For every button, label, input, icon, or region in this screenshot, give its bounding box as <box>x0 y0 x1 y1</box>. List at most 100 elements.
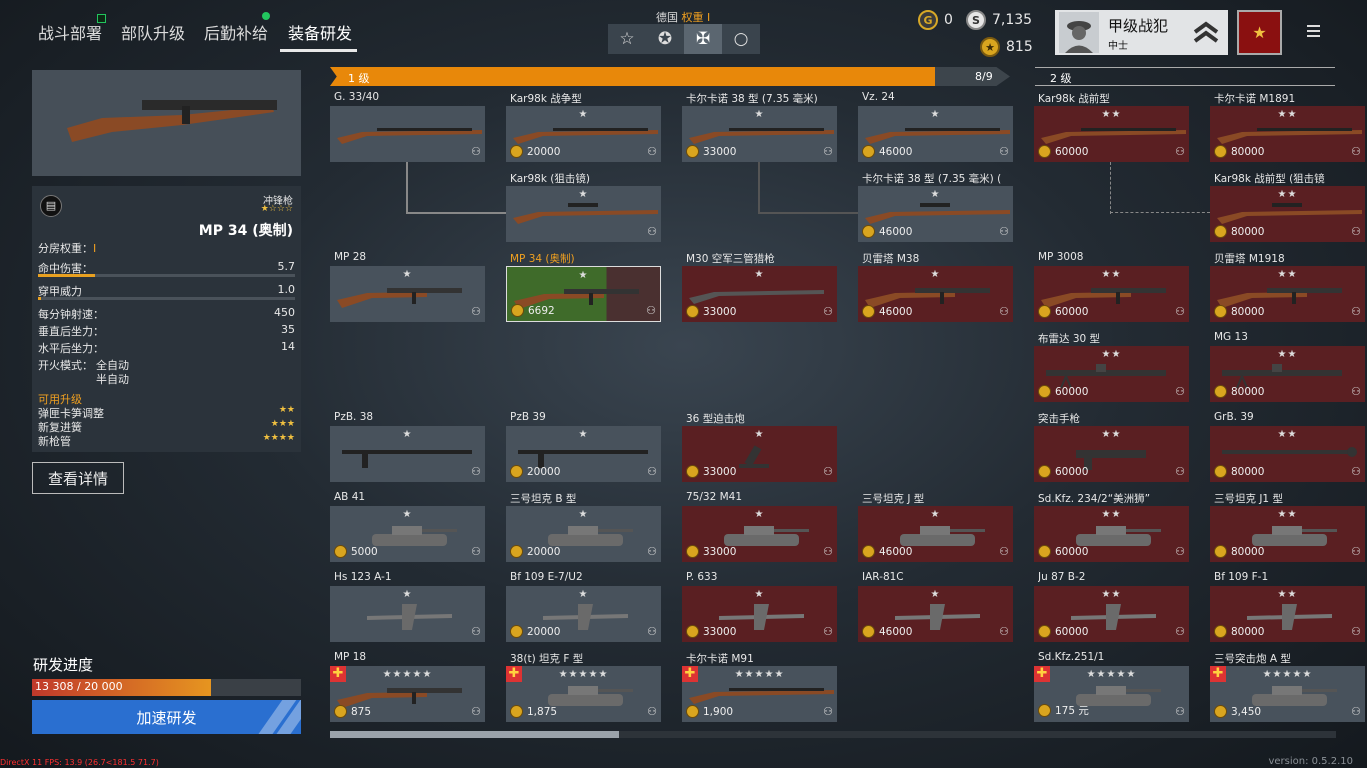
card-title: Hs 123 A-1 <box>334 571 392 583</box>
tech-card[interactable]: ★ 5000 ⚇ <box>330 506 485 562</box>
tech-card[interactable]: ★★ 80000 ⚇ <box>1210 426 1365 482</box>
rank-stars: ★ <box>930 269 941 280</box>
tech-card[interactable]: ★ 20000 ⚇ <box>506 506 661 562</box>
rank-stars: ★ <box>402 429 413 440</box>
tech-card[interactable]: ★★★★★ 175 元 ⚇ ✚ <box>1034 666 1189 722</box>
menu-icon[interactable] <box>1307 25 1320 37</box>
document-icon: ▤ <box>40 195 62 217</box>
tab-upgrade[interactable]: 部队升级 <box>121 20 185 44</box>
coin-icon <box>1214 705 1227 718</box>
view-details-button[interactable]: 查看详情 <box>32 462 124 494</box>
tech-card[interactable]: ★★★★★ 1,875 ⚇ ✚ <box>506 666 661 722</box>
card-title: Kar98k (狙击镜) <box>510 173 590 185</box>
tech-card[interactable]: ★ 20000 ⚇ <box>506 426 661 482</box>
crew-icon: ⚇ <box>647 625 657 638</box>
tech-card[interactable]: ★ 33000 ⚇ <box>682 266 837 322</box>
tech-card[interactable]: ★★ 60000 ⚇ <box>1034 586 1189 642</box>
tech-card[interactable]: ★ ⚇ <box>330 266 485 322</box>
research-progress-title: 研发进度 <box>33 656 94 674</box>
crew-icon: ⚇ <box>999 145 1009 158</box>
coin-icon <box>1038 625 1051 638</box>
card-title: IAR-81C <box>862 571 904 583</box>
tech-card[interactable]: ★ ⚇ <box>330 426 485 482</box>
tech-card[interactable]: ⚇ <box>330 106 485 162</box>
tech-card[interactable]: ★ 33000 ⚇ <box>682 426 837 482</box>
tech-card[interactable]: ★★ 60000 ⚇ <box>1034 266 1189 322</box>
tech-card[interactable]: ★★ 60000 ⚇ <box>1034 346 1189 402</box>
speed-up-research-button[interactable]: 加速研发 <box>32 700 301 734</box>
rank-stars: ★ <box>578 189 589 200</box>
card-title: 75/32 M41 <box>686 491 743 503</box>
star-filter-icon[interactable]: ☆ <box>608 24 646 54</box>
tech-card[interactable]: ★★ 80000 ⚇ <box>1210 266 1365 322</box>
card-cost: 5000 <box>334 545 378 558</box>
premium-plus-icon: ✚ <box>506 666 522 682</box>
tech-card[interactable]: ★★ 80000 ⚇ <box>1210 346 1365 402</box>
rank-stars: ★ <box>578 429 589 440</box>
rank-stars: ★★ <box>1277 189 1298 200</box>
tech-card[interactable]: ★ 46000 ⚇ <box>858 106 1013 162</box>
crew-icon: ⚇ <box>647 705 657 718</box>
tech-card[interactable]: ★★ 80000 ⚇ <box>1210 586 1365 642</box>
german-cross-filter-icon[interactable]: ✠ <box>684 24 722 54</box>
coin-icon: ★ <box>980 37 1000 57</box>
card-title: 38(t) 坦克 F 型 <box>510 653 584 665</box>
rank-stars: ★ <box>930 109 941 120</box>
tech-card[interactable]: ★★ 60000 ⚇ <box>1034 506 1189 562</box>
nation-label: 德国 权重 I <box>656 11 711 24</box>
tech-card[interactable]: ★★ 60000 ⚇ <box>1034 106 1189 162</box>
tech-card[interactable]: ★ 46000 ⚇ <box>858 586 1013 642</box>
rank-badge[interactable]: ★ <box>1237 10 1282 55</box>
circle-filter-icon[interactable]: ○ <box>722 24 760 54</box>
tech-card[interactable]: ★★ 80000 ⚇ <box>1210 506 1365 562</box>
rank-stars: ★ <box>754 269 765 280</box>
horizontal-scrollbar[interactable] <box>330 731 1336 738</box>
tech-card[interactable]: ★ 6692 ⚇ <box>506 266 661 322</box>
tech-card[interactable]: ★ 46000 ⚇ <box>858 266 1013 322</box>
tech-card[interactable]: ★ 46000 ⚇ <box>858 506 1013 562</box>
card-cost: 33000 <box>686 305 736 318</box>
star-circle-filter-icon[interactable]: ✪ <box>646 24 684 54</box>
tech-card[interactable]: ★★★★★ 3,450 ⚇ ✚ <box>1210 666 1365 722</box>
tech-card[interactable]: ★★★★★ 875 ⚇ ✚ <box>330 666 485 722</box>
card-title: P. 633 <box>686 571 718 583</box>
weight-row: 分房权重：I <box>38 242 97 255</box>
connector <box>758 212 858 214</box>
tech-card[interactable]: ★ ⚇ <box>330 586 485 642</box>
crew-icon: ⚇ <box>471 705 481 718</box>
tech-card[interactable]: ★★ 80000 ⚇ <box>1210 186 1365 242</box>
card-title: Kar98k 战前型 (狙击镜 <box>1214 173 1325 185</box>
weapon-preview <box>32 70 301 176</box>
crew-icon: ⚇ <box>823 545 833 558</box>
profile-card[interactable]: 甲级战犯 中士 <box>1055 10 1228 55</box>
stat-rof: 每分钟射速： 450 <box>38 306 295 321</box>
tech-card[interactable]: ★★★★★ 1,900 ⚇ ✚ <box>682 666 837 722</box>
coin-icon <box>1038 545 1051 558</box>
card-title: 三号坦克 B 型 <box>510 493 577 505</box>
coin-icon <box>510 145 523 158</box>
tech-card[interactable]: ★★ 60000 ⚇ <box>1034 426 1189 482</box>
coin-icon <box>1038 145 1051 158</box>
tab-research[interactable]: 装备研发 <box>288 20 352 44</box>
rank-stars: ★★★★★ <box>382 669 433 680</box>
tech-card[interactable]: ★ 20000 ⚇ <box>506 106 661 162</box>
tab-deploy[interactable]: 战斗部署 <box>38 20 102 44</box>
tech-card[interactable]: ★ 33000 ⚇ <box>682 506 837 562</box>
card-title: MP 18 <box>334 651 367 663</box>
crew-icon: ⚇ <box>647 145 657 158</box>
card-cost: 46000 <box>862 145 912 158</box>
card-cost: 60000 <box>1038 385 1088 398</box>
tech-card[interactable]: ★ 46000 ⚇ <box>858 186 1013 242</box>
tech-card[interactable]: ★★ 80000 ⚇ <box>1210 106 1365 162</box>
card-cost: 60000 <box>1038 145 1088 158</box>
scroll-thumb[interactable] <box>330 731 619 738</box>
tab-logistics[interactable]: 后勤补给 <box>204 20 268 44</box>
tech-card[interactable]: ★ ⚇ <box>506 186 661 242</box>
rank-stars: ★★ <box>1101 589 1122 600</box>
coin-icon <box>1214 625 1227 638</box>
rank-stars: ★ <box>754 109 765 120</box>
tech-card[interactable]: ★ 20000 ⚇ <box>506 586 661 642</box>
coin-icon <box>862 145 875 158</box>
tech-card[interactable]: ★ 33000 ⚇ <box>682 106 837 162</box>
tech-card[interactable]: ★ 33000 ⚇ <box>682 586 837 642</box>
